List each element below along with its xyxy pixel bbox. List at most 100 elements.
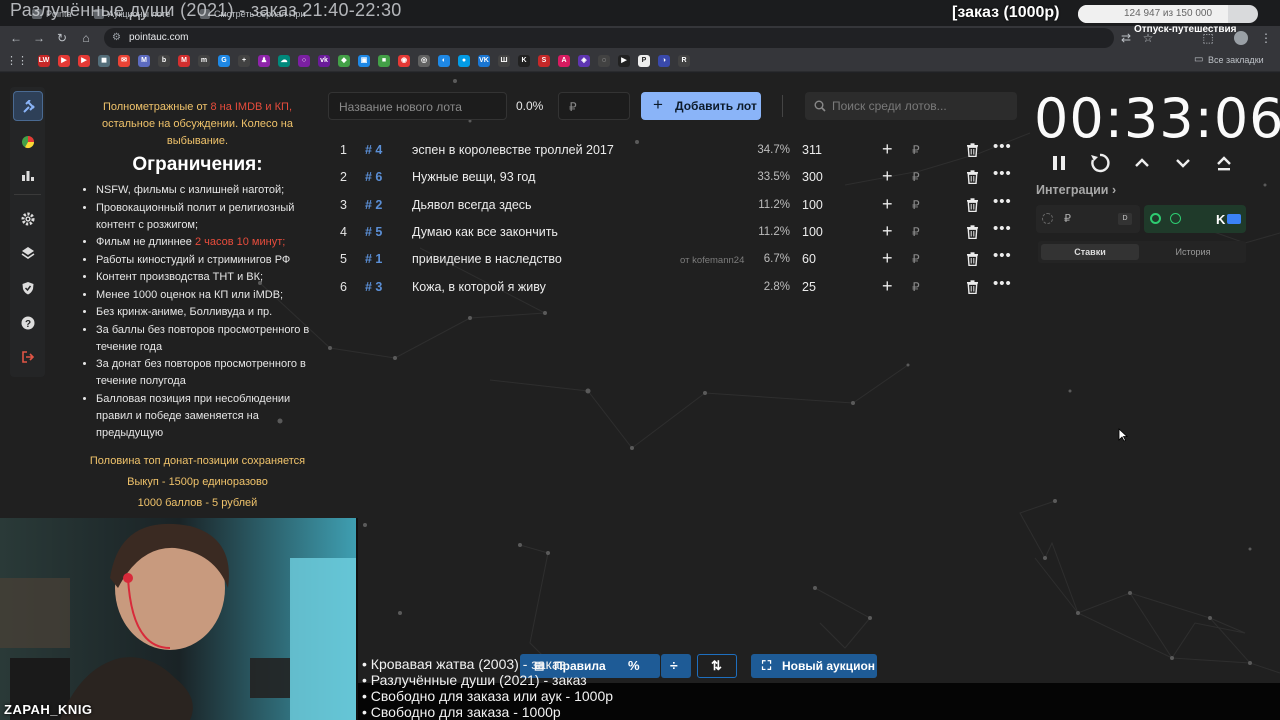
bookmark-icon[interactable]: ■ <box>378 55 390 67</box>
lot-row[interactable]: 6 # 3 Кожа, в которой я живу 2.8% 25 + ₽ ••• <box>328 274 1018 301</box>
bookmark-icon[interactable]: + <box>238 55 250 67</box>
restart-icon[interactable] <box>1088 151 1112 175</box>
bookmark-icon[interactable]: ♟ <box>258 55 270 67</box>
lot-row[interactable]: 5 # 1 привидение в наследство от kofemann24… <box>328 246 1018 273</box>
new-auction-button[interactable]: ⛶ Новый аукцион <box>751 654 877 678</box>
back-icon[interactable]: ← <box>8 30 24 46</box>
sidebar-item-stats[interactable] <box>13 160 43 190</box>
integration-card-disabled[interactable]: ₽ D <box>1036 205 1140 233</box>
add-amount-plus-icon[interactable]: + <box>882 276 893 297</box>
reload-icon[interactable]: ↻ <box>54 30 70 46</box>
lot-name[interactable]: привидение в наследство <box>412 252 562 266</box>
bookmark-icon[interactable]: ○ <box>298 55 310 67</box>
bookmark-icon[interactable]: ▶ <box>58 55 70 67</box>
bookmark-icon[interactable]: Ш <box>498 55 510 67</box>
bookmark-icon[interactable]: ◉ <box>398 55 410 67</box>
lot-amount[interactable]: 100 <box>802 198 823 212</box>
lot-name[interactable]: эспен в королевстве троллей 2017 <box>412 143 614 157</box>
toggle-on-icon[interactable] <box>1150 213 1161 224</box>
forward-icon[interactable]: → <box>31 30 47 46</box>
translate-icon[interactable]: ⇄ <box>1118 30 1134 46</box>
chevron-down-icon[interactable] <box>1171 151 1195 175</box>
lot-name[interactable]: Нужные вещи, 93 год <box>412 170 535 184</box>
bookmark-icon[interactable]: LW <box>38 55 50 67</box>
bookmark-icon[interactable]: A <box>558 55 570 67</box>
bookmark-icon[interactable]: ◌ <box>598 55 610 67</box>
bookmark-icon[interactable]: R <box>678 55 690 67</box>
bookmark-icon[interactable]: S <box>538 55 550 67</box>
sidebar-item-security[interactable] <box>13 273 43 303</box>
menu-dots-icon[interactable]: ⋮ <box>1258 30 1274 46</box>
pause-icon[interactable] <box>1047 151 1071 175</box>
sidebar-item-layers[interactable] <box>13 238 43 268</box>
percent-toggle-button[interactable]: % <box>620 654 648 678</box>
chevron-up-icon[interactable] <box>1130 151 1154 175</box>
bookmark-icon[interactable]: G <box>218 55 230 67</box>
new-lot-name-input[interactable]: Название нового лота <box>328 92 507 120</box>
add-amount-plus-icon[interactable]: + <box>882 139 893 160</box>
add-amount-plus-icon[interactable]: + <box>882 221 893 242</box>
trash-icon[interactable] <box>966 225 979 239</box>
add-amount-plus-icon[interactable]: + <box>882 166 893 187</box>
more-options-icon[interactable]: ••• <box>993 247 1012 264</box>
bookmark-icon[interactable]: ● <box>458 55 470 67</box>
lot-amount[interactable]: 60 <box>802 252 816 266</box>
lot-row[interactable]: 4 # 5 Думаю как все закончить 11.2% 100 + ₽ ••• <box>328 219 1018 246</box>
lot-amount[interactable]: 100 <box>802 225 823 239</box>
tab-history[interactable]: История <box>1144 244 1242 260</box>
trash-icon[interactable] <box>966 170 979 185</box>
bookmark-icon[interactable]: K <box>518 55 530 67</box>
more-options-icon[interactable]: ••• <box>993 138 1012 155</box>
more-options-icon[interactable]: ••• <box>993 275 1012 292</box>
bookmark-icon[interactable]: ◑ <box>658 55 670 67</box>
lot-name[interactable]: Дьявол всегда здесь <box>412 198 532 212</box>
url-box[interactable]: ⚙ pointauc.com <box>104 28 1114 48</box>
lot-id[interactable]: # 4 <box>365 143 382 157</box>
sort-button[interactable]: ⇅ <box>697 654 737 678</box>
bookmark-icon[interactable]: ◆ <box>338 55 350 67</box>
lot-name[interactable]: Кожа, в которой я живу <box>412 280 546 294</box>
sidebar-item-wheel[interactable] <box>13 127 43 157</box>
lot-row[interactable]: 1 # 4 эспен в королевстве троллей 2017 34.7… <box>328 137 1018 164</box>
lot-id[interactable]: # 3 <box>365 280 382 294</box>
bookmark-icon[interactable]: M <box>178 55 190 67</box>
add-amount-plus-icon[interactable]: + <box>882 248 893 269</box>
bookmark-icon[interactable]: ◐ <box>438 55 450 67</box>
apps-grid-icon[interactable]: ⋮⋮ <box>6 53 28 69</box>
lot-id[interactable]: # 6 <box>365 170 382 184</box>
more-options-icon[interactable]: ••• <box>993 220 1012 237</box>
bookmark-icon[interactable]: ▶ <box>618 55 630 67</box>
add-amount-plus-icon[interactable]: + <box>882 194 893 215</box>
bookmark-icon[interactable]: ☁ <box>278 55 290 67</box>
bookmark-icon[interactable]: b <box>158 55 170 67</box>
lot-name[interactable]: Думаю как все закончить <box>412 225 558 239</box>
sidebar-item-auction[interactable] <box>13 91 43 121</box>
bookmark-icon[interactable]: ▣ <box>358 55 370 67</box>
lot-id[interactable]: # 2 <box>365 198 382 212</box>
home-icon[interactable]: ⌂ <box>78 30 94 46</box>
bookmark-icon[interactable]: VK <box>478 55 490 67</box>
all-bookmarks-button[interactable]: Все закладки <box>1208 55 1264 65</box>
bookmark-icon[interactable]: ✉ <box>118 55 130 67</box>
bookmark-icon[interactable]: vk <box>318 55 330 67</box>
lot-amount[interactable]: 25 <box>802 280 816 294</box>
eject-up-icon[interactable] <box>1212 151 1236 175</box>
sidebar-item-logout[interactable] <box>13 342 43 372</box>
bookmark-icon[interactable]: ◎ <box>418 55 430 67</box>
lot-id[interactable]: # 1 <box>365 252 382 266</box>
bookmark-icon[interactable]: P <box>638 55 650 67</box>
lot-row[interactable]: 2 # 6 Нужные вещи, 93 год 33.5% 300 + ₽ ••• <box>328 164 1018 191</box>
trash-icon[interactable] <box>966 197 979 212</box>
integrations-header[interactable]: Интеграции › <box>1036 183 1116 197</box>
bookmark-icon[interactable]: ◈ <box>578 55 590 67</box>
lot-amount[interactable]: 311 <box>802 143 822 157</box>
bookmark-icon[interactable]: ▶ <box>78 55 90 67</box>
toggle-off-icon[interactable] <box>1042 213 1053 224</box>
trash-icon[interactable] <box>966 279 979 294</box>
bookmark-icon[interactable]: M <box>138 55 150 67</box>
sidebar-item-settings[interactable] <box>13 204 43 234</box>
more-options-icon[interactable]: ••• <box>993 165 1012 182</box>
sidebar-item-help[interactable]: ? <box>13 308 43 338</box>
add-lot-button[interactable]: + Добавить лот <box>641 92 761 120</box>
tab-bets[interactable]: Ставки <box>1041 244 1139 260</box>
